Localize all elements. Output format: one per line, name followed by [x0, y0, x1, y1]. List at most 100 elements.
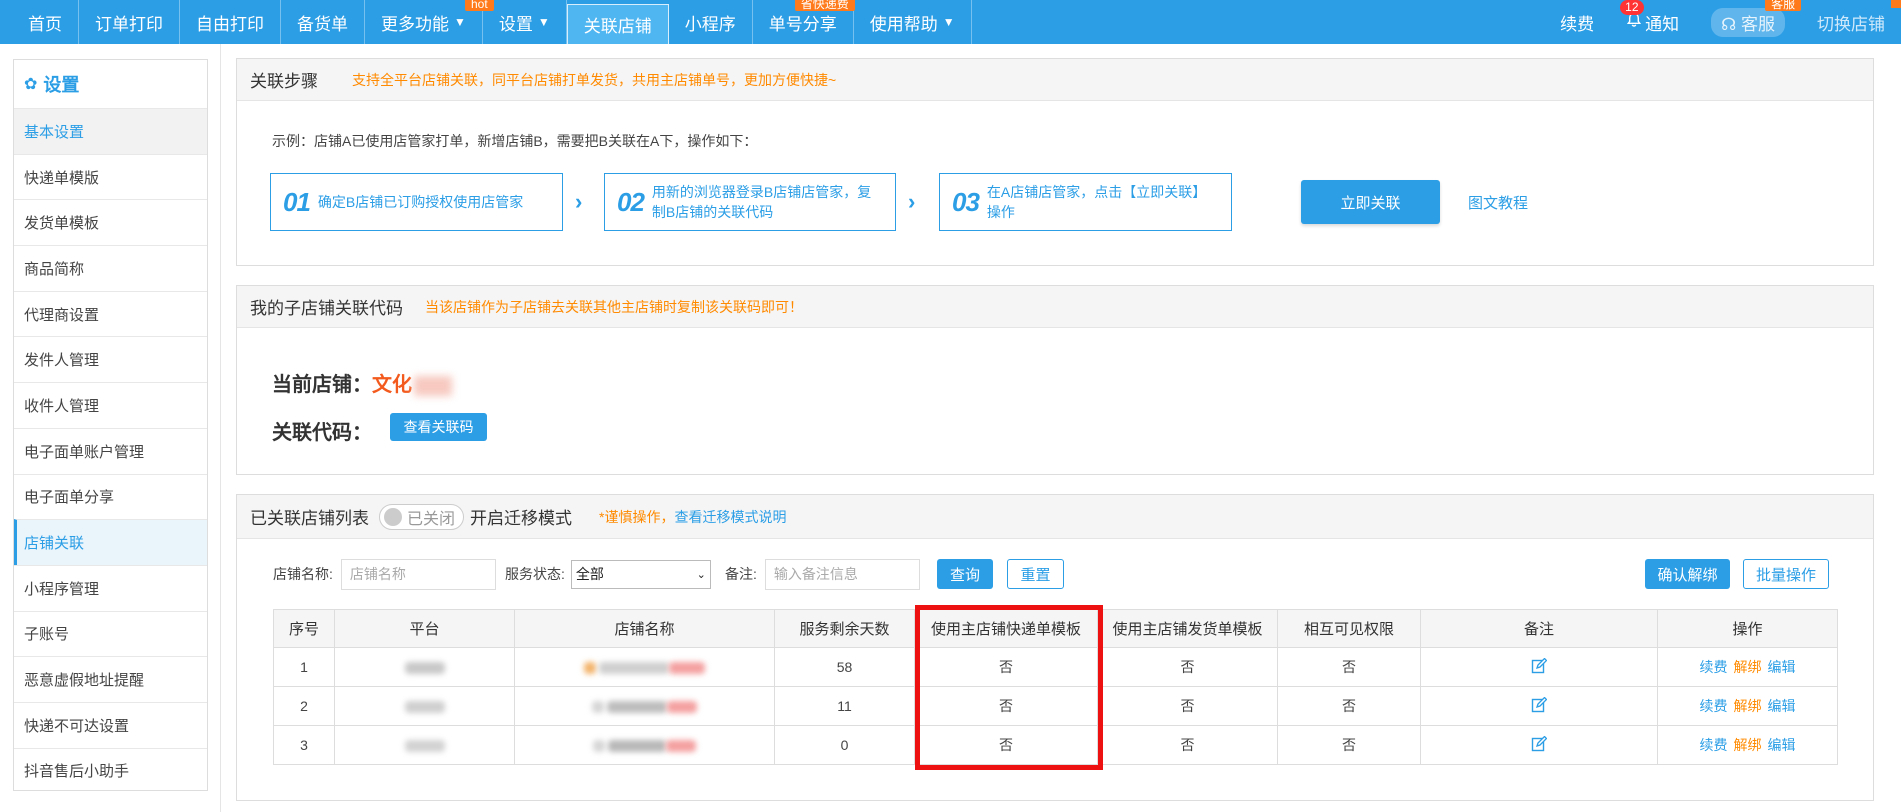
- unbind-action[interactable]: 解绑: [1734, 698, 1762, 714]
- nav-mini-program[interactable]: 小程序: [669, 0, 753, 44]
- sidebar-item-agent-settings[interactable]: 代理商设置: [14, 290, 207, 337]
- step-3: 03 在A店铺店管家，点击【立即关联】操作: [939, 173, 1232, 231]
- dropdown-arrow-icon: ▼: [942, 15, 955, 29]
- edit-action[interactable]: 编辑: [1768, 698, 1796, 714]
- view-link-code-button[interactable]: 查看关联码: [390, 413, 487, 441]
- link-steps-panel: 关联步骤 支持全平台店铺关联，同平台店铺打单发货，共用主店铺单号，更加方便快捷~…: [236, 58, 1874, 266]
- sidebar-item-fake-address-alert[interactable]: 恶意虚假地址提醒: [14, 656, 207, 702]
- nav-more-features[interactable]: 更多功能 ▼ hot: [365, 0, 494, 44]
- step-number: 02: [617, 186, 645, 217]
- sidebar-item-recipient-management[interactable]: 收件人管理: [14, 382, 207, 428]
- nav-stock-list[interactable]: 备货单: [281, 0, 365, 44]
- sidebar-item-basic-settings[interactable]: 基本设置: [14, 108, 207, 154]
- headset-icon: ☊: [1721, 14, 1737, 34]
- migration-help-link[interactable]: 查看迁移模式说明: [674, 509, 786, 525]
- panel-title: 关联步骤: [250, 72, 318, 91]
- edit-action[interactable]: 编辑: [1768, 737, 1796, 753]
- corner-badge: [1891, 0, 1901, 8]
- unbind-action[interactable]: 解绑: [1734, 737, 1762, 753]
- col-visibility: 相互可见权限: [1277, 609, 1421, 648]
- migration-mode-toggle[interactable]: 已关闭: [379, 503, 465, 530]
- divider: [220, 44, 221, 812]
- example-text: 示例：店铺A已使用店管家打单，新增店铺B，需要把B关联在A下，操作如下：: [272, 133, 758, 149]
- sidebar-item-ewaybill-account[interactable]: 电子面单账户管理: [14, 427, 207, 474]
- sidebar-item-store-link[interactable]: 店铺关联: [14, 519, 207, 565]
- col-express-template: 使用主店铺快递单模板: [914, 609, 1098, 648]
- col-actions: 操作: [1657, 609, 1838, 648]
- col-days-left: 服务剩余天数: [774, 609, 915, 648]
- current-store: 当前店铺：文化: [272, 368, 452, 397]
- confirm-unbind-button[interactable]: 确认解绑: [1645, 559, 1730, 589]
- nav-free-print[interactable]: 自由打印: [180, 0, 281, 44]
- nav-help[interactable]: 使用帮助 ▼: [854, 0, 972, 44]
- status-select[interactable]: 全部 ⌄: [570, 559, 711, 589]
- sidebar-item-douyin-aftersale[interactable]: 抖音售后小助手: [14, 747, 207, 794]
- panel-header: 已关联店铺列表 已关闭 开启迁移模式 *谨慎操作，查看迁移模式说明: [237, 495, 1873, 539]
- blurred-store-name: [514, 686, 775, 726]
- renew-action[interactable]: 续费: [1700, 698, 1728, 714]
- sidebar-item-invoice-template[interactable]: 发货单模板: [14, 199, 207, 245]
- renew-action[interactable]: 续费: [1700, 737, 1728, 753]
- nav-link-store[interactable]: 关联店铺: [566, 4, 669, 44]
- panel-title: 已关联店铺列表: [250, 509, 369, 528]
- col-remark: 备注: [1420, 609, 1658, 648]
- nav-tracking-share[interactable]: 单号分享 省快递费: [753, 0, 855, 44]
- link-now-button[interactable]: 立即关联: [1301, 180, 1440, 224]
- table-header-row: 序号 平台 店铺名称 服务剩余天数 使用主店铺快递单模板 使用主店铺发货单模板 …: [273, 609, 1838, 648]
- reset-button[interactable]: 重置: [1007, 559, 1064, 589]
- step-text: 在A店铺店管家，点击【立即关联】操作: [986, 184, 1207, 220]
- customer-service-button[interactable]: 客服 ☊ 客服: [1695, 0, 1802, 44]
- step-text: 确定B店铺已订购授权使用店管家: [317, 194, 524, 210]
- nav-order-print[interactable]: 订单打印: [79, 0, 180, 44]
- main-nav: 首页 订单打印 自由打印 备货单 更多功能 ▼ hot 设置 ▼ 关联店铺 小程…: [0, 0, 972, 44]
- renew-link[interactable]: 续费: [1544, 0, 1610, 44]
- sidebar-item-ewaybill-share[interactable]: 电子面单分享: [14, 473, 207, 520]
- sidebar-title: ✿ 设置: [24, 75, 80, 95]
- panel-hint: 当该店铺作为子店铺去关联其他主店铺时复制该关联码即可！: [425, 298, 803, 315]
- kefu-badge: 客服: [1765, 0, 1802, 11]
- child-store-code-panel: 我的子店铺关联代码 当该店铺作为子店铺去关联其他主店铺时复制该关联码即可！ 当前…: [236, 285, 1874, 475]
- current-store-name: 文化: [372, 374, 412, 396]
- edit-icon[interactable]: [1531, 657, 1548, 677]
- col-invoice-template: 使用主店铺发货单模板: [1097, 609, 1278, 648]
- sidebar-item-mini-program[interactable]: 小程序管理: [14, 564, 207, 611]
- notify-button[interactable]: 12 通知: [1610, 0, 1695, 44]
- edit-icon[interactable]: [1531, 735, 1548, 755]
- notify-count-badge: 12: [1620, 0, 1644, 15]
- edit-action[interactable]: 编辑: [1768, 659, 1796, 675]
- sidebar-item-sub-account[interactable]: 子账号: [14, 610, 207, 657]
- col-index: 序号: [273, 609, 335, 648]
- renew-action[interactable]: 续费: [1700, 659, 1728, 675]
- tutorial-link[interactable]: 图文教程: [1468, 192, 1528, 213]
- panel-header: 我的子店铺关联代码 当该店铺作为子店铺去关联其他主店铺时复制该关联码即可！: [237, 286, 1873, 328]
- settings-sidebar: ✿ 设置 基本设置 快递单模版 发货单模板 商品简称 代理商设置 发件人管理 收…: [13, 59, 208, 791]
- store-name-input[interactable]: 店铺名称: [340, 558, 496, 590]
- col-store-name: 店铺名称: [514, 609, 775, 648]
- top-navbar: 首页 订单打印 自由打印 备货单 更多功能 ▼ hot 设置 ▼ 关联店铺 小程…: [0, 0, 1901, 44]
- dropdown-arrow-icon: ▼: [537, 15, 550, 29]
- blurred-store-name: [514, 725, 775, 765]
- col-platform: 平台: [334, 609, 515, 648]
- nav-settings[interactable]: 设置 ▼: [483, 0, 567, 44]
- sidebar-item-express-template[interactable]: 快递单模版: [14, 153, 207, 200]
- link-code-label: 关联代码：: [272, 422, 372, 444]
- table-row: 1 58 否 否 否 续费 解绑 编辑: [273, 647, 1838, 687]
- switch-store-button[interactable]: 切换店铺: [1801, 0, 1901, 44]
- blurred-text: [414, 375, 452, 396]
- remark-input[interactable]: 输入备注信息: [764, 558, 920, 590]
- unbind-action[interactable]: 解绑: [1734, 659, 1762, 675]
- nav-home[interactable]: 首页: [0, 0, 79, 44]
- save-fee-badge: 省快递费: [794, 0, 855, 11]
- linked-stores-panel: 已关联店铺列表 已关闭 开启迁移模式 *谨慎操作，查看迁移模式说明 店铺名称: …: [236, 494, 1874, 801]
- sidebar-item-product-alias[interactable]: 商品简称: [14, 245, 207, 291]
- filter-remark: 备注: 输入备注信息: [725, 558, 920, 590]
- step-1: 01 确定B店铺已订购授权使用店管家: [270, 173, 563, 231]
- query-button[interactable]: 查询: [937, 559, 993, 589]
- sidebar-item-unreachable-settings[interactable]: 快递不可达设置: [14, 701, 207, 748]
- filter-status: 服务状态: 全部 ⌄: [505, 558, 711, 590]
- sidebar-item-sender-management[interactable]: 发件人管理: [14, 336, 207, 382]
- linked-stores-table: 序号 平台 店铺名称 服务剩余天数 使用主店铺快递单模板 使用主店铺发货单模板 …: [273, 609, 1838, 765]
- chevron-down-icon: ⌄: [696, 568, 706, 581]
- batch-operation-button[interactable]: 批量操作: [1743, 559, 1829, 589]
- edit-icon[interactable]: [1531, 696, 1548, 716]
